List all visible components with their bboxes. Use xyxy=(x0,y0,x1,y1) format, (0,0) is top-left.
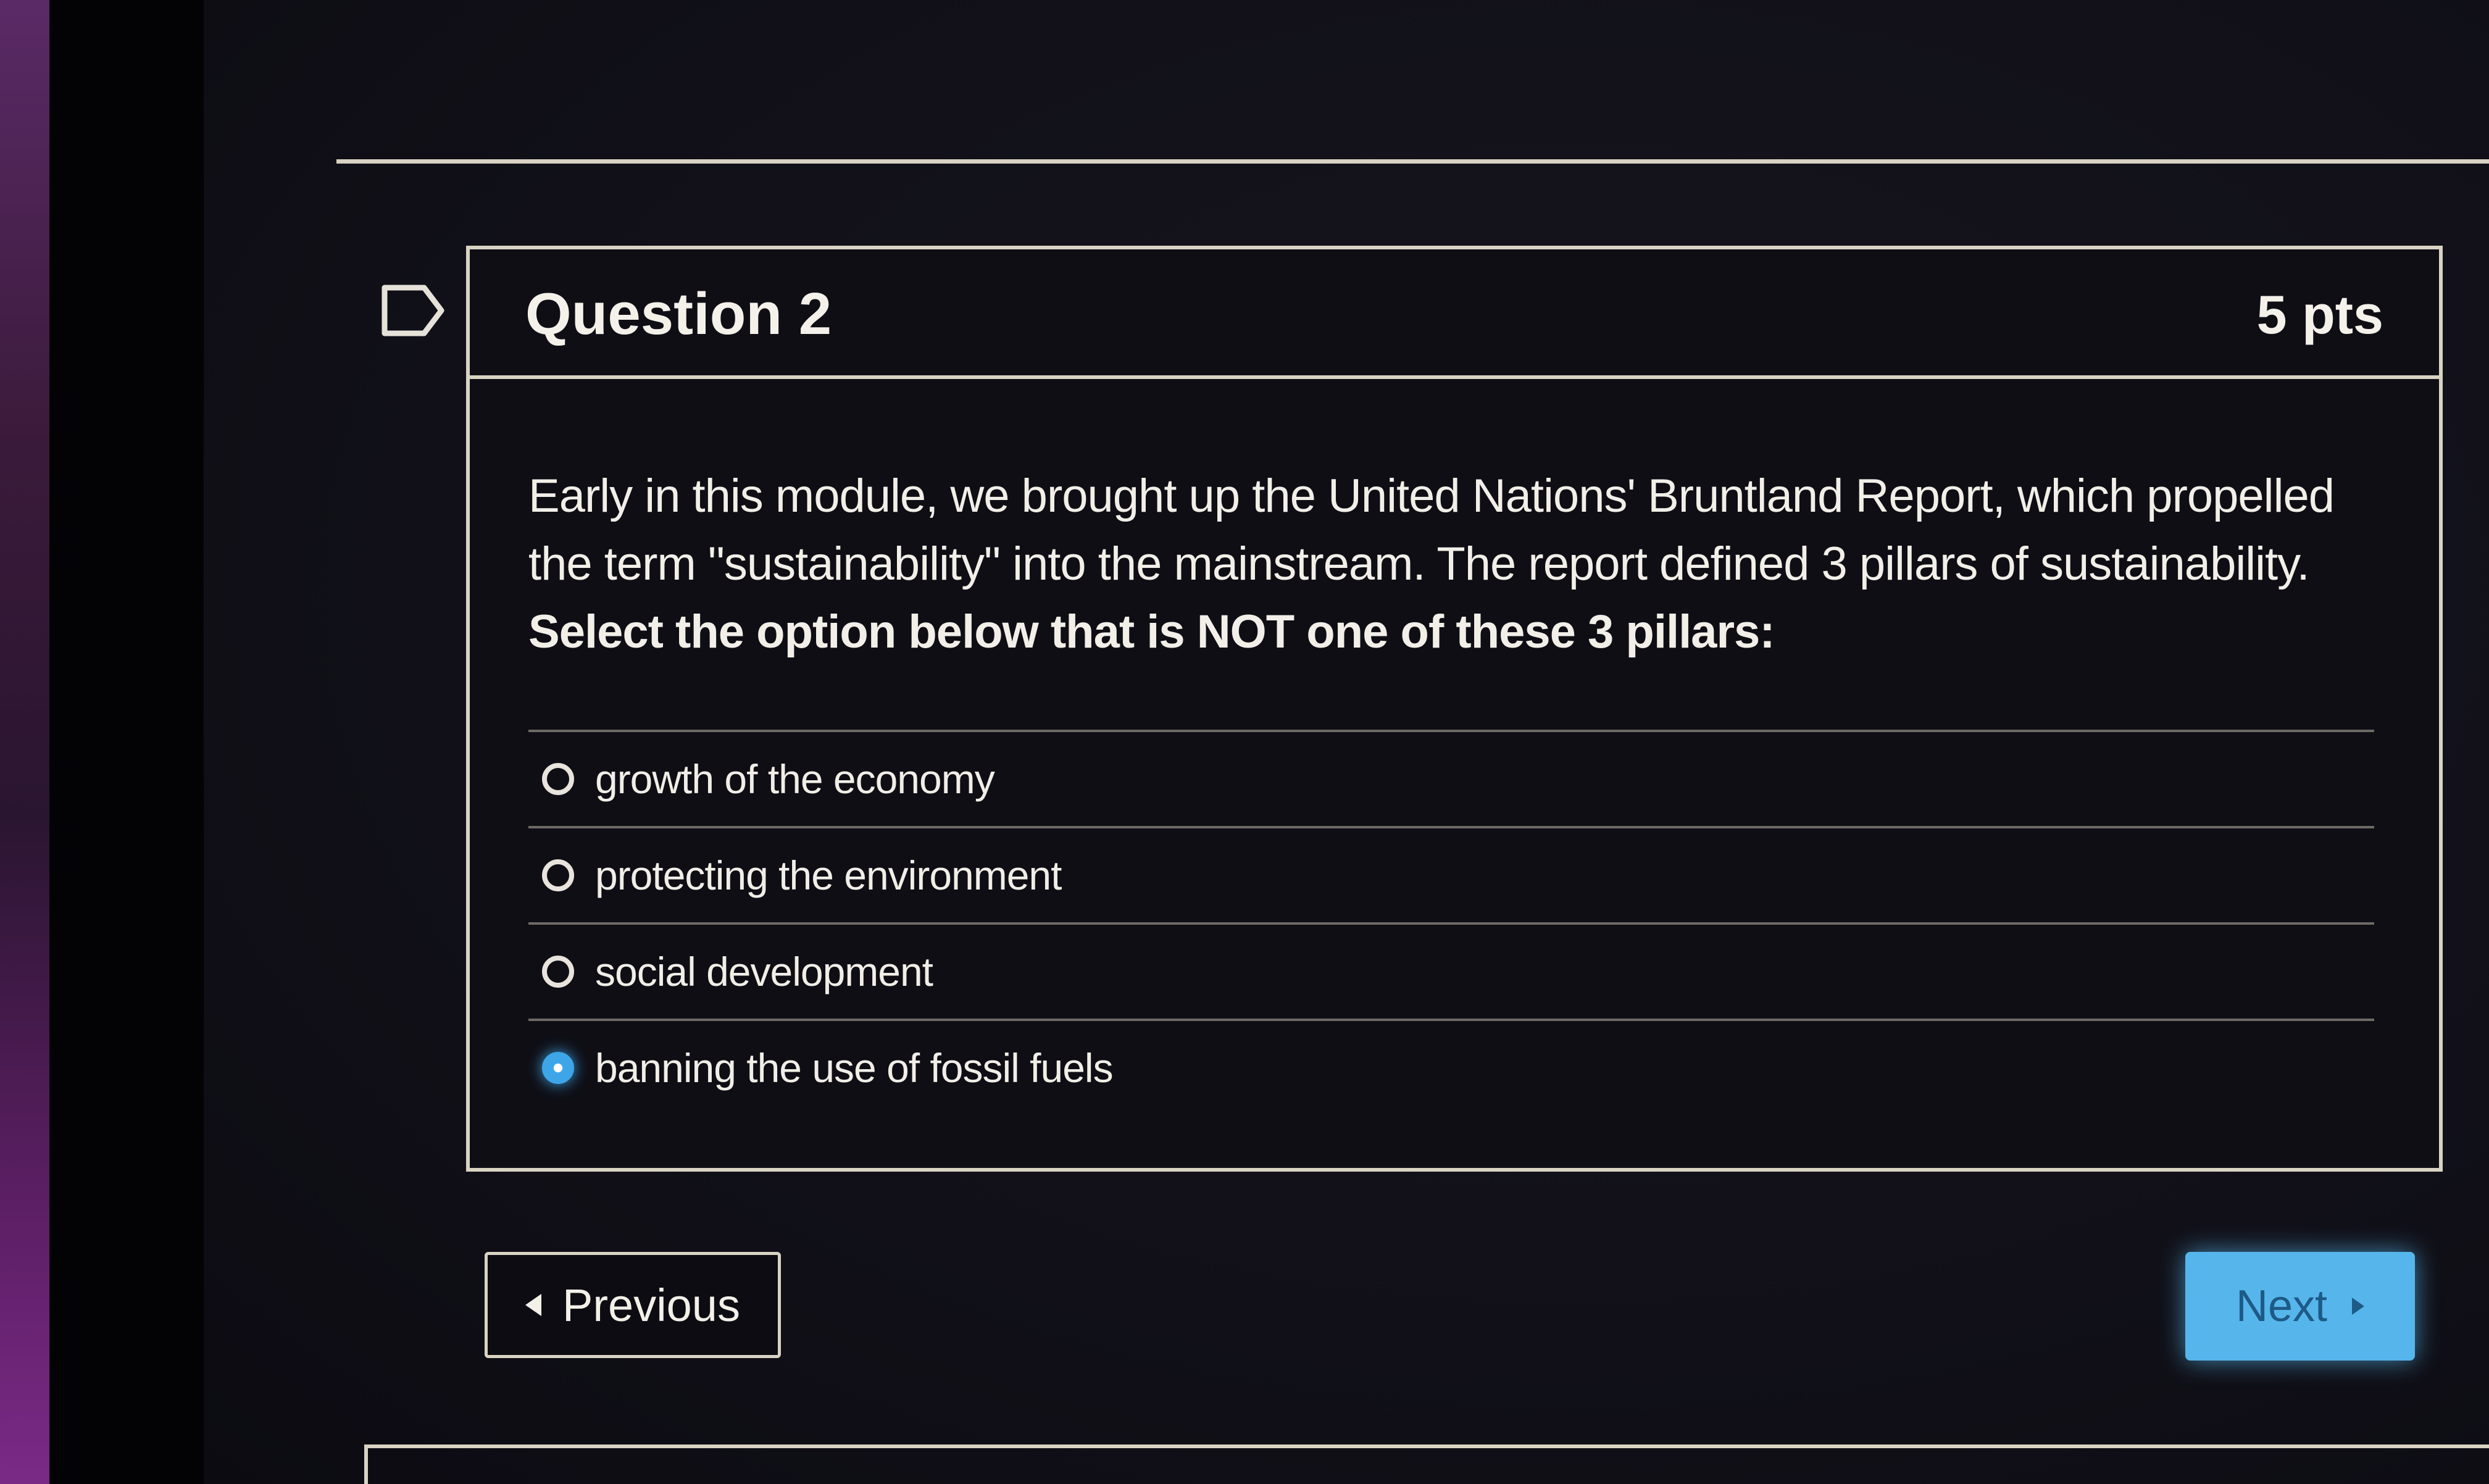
question-card: Question 2 5 pts Early in this module, w… xyxy=(466,246,2443,1172)
answer-label[interactable]: banning the use of fossil fuels xyxy=(595,1044,1114,1091)
question-points: 5 pts xyxy=(2256,284,2383,345)
radio-button[interactable] xyxy=(542,763,574,795)
section-divider xyxy=(336,159,2489,164)
question-text-bold: Select the option below that is NOT one … xyxy=(528,606,1775,658)
question-header: Question 2 5 pts xyxy=(470,249,2439,379)
previous-button[interactable]: Previous xyxy=(485,1252,781,1358)
question-text: Early in this module, we brought up the … xyxy=(528,462,2380,666)
previous-button-label: Previous xyxy=(562,1279,740,1331)
flag-outline-icon[interactable] xyxy=(380,283,448,338)
answer-label[interactable]: social development xyxy=(595,948,933,995)
next-panel-edge xyxy=(364,1444,2489,1484)
caret-left-icon xyxy=(525,1294,542,1316)
caret-right-icon xyxy=(2352,1298,2365,1315)
radio-button[interactable] xyxy=(542,859,574,891)
next-button-label: Next xyxy=(2235,1282,2328,1331)
answer-label[interactable]: growth of the economy xyxy=(595,756,995,802)
answer-label[interactable]: protecting the environment xyxy=(595,852,1062,899)
question-title: Question 2 xyxy=(525,281,832,347)
answer-option[interactable]: growth of the economy xyxy=(528,730,2374,826)
next-button[interactable]: Next xyxy=(2185,1252,2415,1361)
answer-option-selected[interactable]: banning the use of fossil fuels xyxy=(528,1019,2374,1115)
quiz-page: Question 2 5 pts Early in this module, w… xyxy=(0,0,2489,1484)
answer-list: growth of the economy protecting the env… xyxy=(528,730,2374,1115)
radio-button-selected[interactable] xyxy=(542,1052,574,1084)
answer-option[interactable]: protecting the environment xyxy=(528,826,2374,922)
screen-bezel xyxy=(49,0,204,1484)
answer-option[interactable]: social development xyxy=(528,922,2374,1019)
radio-button[interactable] xyxy=(542,956,574,988)
question-text-normal: Early in this module, we brought up the … xyxy=(528,470,2335,590)
